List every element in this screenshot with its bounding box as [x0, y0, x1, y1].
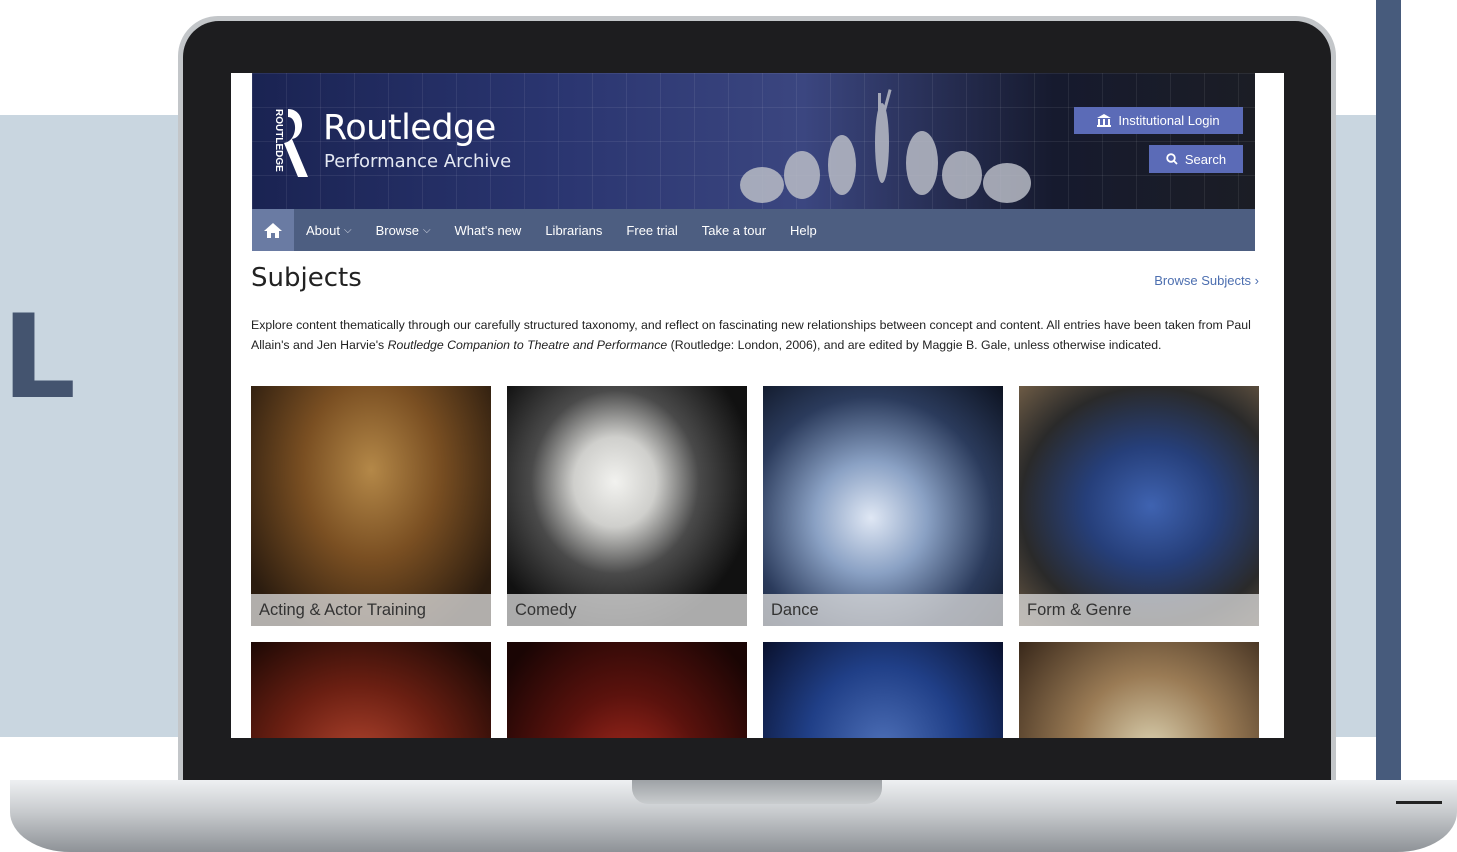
subject-label: Form & Genre	[1019, 594, 1259, 626]
dancers-image	[740, 89, 1031, 203]
nav-label: Browse	[375, 222, 419, 238]
subject-tile[interactable]	[1019, 642, 1259, 738]
subject-tile-form-genre[interactable]: Form & Genre	[1019, 386, 1259, 626]
subject-tile[interactable]	[251, 642, 491, 738]
brand-title[interactable]: Routledge	[323, 108, 496, 148]
background-letter: L	[2, 290, 76, 425]
institutional-login-button[interactable]: Institutional Login	[1074, 107, 1243, 134]
background-bar	[1376, 0, 1401, 790]
institution-icon	[1097, 114, 1112, 127]
browse-subjects-link[interactable]: Browse Subjects ›	[1154, 273, 1259, 288]
home-icon	[264, 222, 282, 238]
nav-item-about[interactable]: About ⌵	[306, 223, 352, 238]
laptop-screen: ROUTLEDGE Routledge Performance Archive …	[231, 73, 1284, 738]
base-dash	[1396, 801, 1442, 804]
nav-item-browse[interactable]: Browse ⌵	[376, 223, 431, 238]
subject-label: Dance	[763, 594, 1003, 626]
subject-label: Acting & Actor Training	[251, 594, 491, 626]
site-header-banner: ROUTLEDGE Routledge Performance Archive …	[252, 73, 1255, 209]
intro-book-title: Routledge Companion to Theatre and Perfo…	[387, 337, 668, 352]
page-title: Subjects	[251, 263, 362, 293]
chevron-down-icon: ⌵	[422, 224, 431, 236]
logo-vertical-text: ROUTLEDGE	[273, 109, 284, 172]
nav-item-free-trial[interactable]: Free trial	[626, 223, 677, 238]
main-nav: About ⌵ Browse ⌵ What's new Librarians Fre…	[252, 209, 1255, 251]
login-label: Institutional Login	[1118, 113, 1220, 128]
home-button[interactable]	[252, 209, 294, 251]
subject-tile-acting[interactable]: Acting & Actor Training	[251, 386, 491, 626]
nav-item-help[interactable]: Help	[790, 223, 817, 238]
chevron-down-icon: ⌵	[343, 224, 352, 236]
subject-tile-comedy[interactable]: Comedy	[507, 386, 747, 626]
search-icon	[1166, 153, 1178, 165]
brand-subtitle: Performance Archive	[324, 151, 512, 172]
intro-paragraph: Explore content thematically through our…	[251, 316, 1261, 355]
search-button[interactable]: Search	[1149, 145, 1243, 173]
laptop-notch	[632, 780, 882, 804]
nav-item-librarians[interactable]: Librarians	[545, 223, 602, 238]
intro-text-end: (Routledge: London, 2006), and are edite…	[667, 337, 1162, 352]
nav-item-whats-new[interactable]: What's new	[455, 223, 522, 238]
subject-label: Comedy	[507, 594, 747, 626]
subject-tile[interactable]	[507, 642, 747, 738]
routledge-logo-mark: ROUTLEDGE	[273, 109, 308, 177]
subject-tile-dance[interactable]: Dance	[763, 386, 1003, 626]
search-label: Search	[1184, 151, 1227, 167]
nav-label: About	[306, 222, 340, 238]
nav-item-take-a-tour[interactable]: Take a tour	[702, 223, 766, 238]
subject-tile[interactable]	[763, 642, 1003, 738]
